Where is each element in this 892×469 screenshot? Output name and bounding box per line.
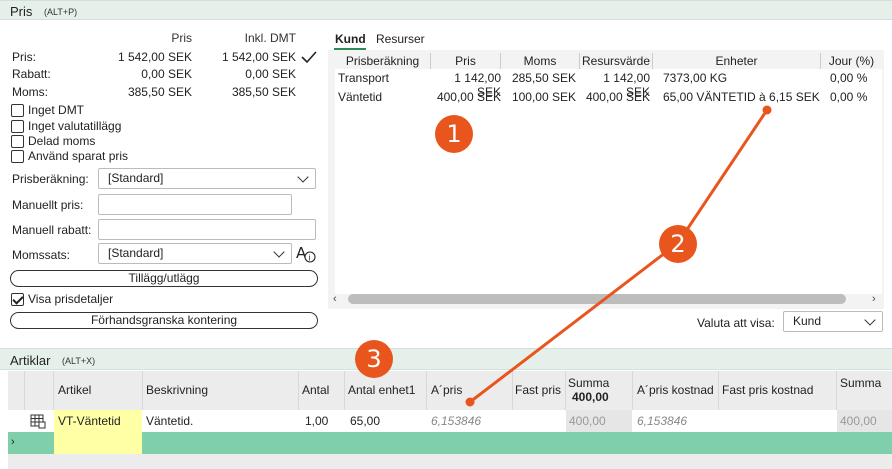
annotation-arrow-line [676, 109, 769, 244]
annotation-badge-3: 3 [355, 340, 393, 378]
annotation-badge-2: 2 [659, 225, 697, 263]
annotation-arrow-dot [465, 397, 475, 407]
annotation-arrow-line [469, 241, 679, 404]
annotation-arrow-overlay [465, 105, 772, 407]
annotation-arrow-dot [762, 105, 772, 115]
annotation-badge-1: 1 [435, 115, 473, 153]
